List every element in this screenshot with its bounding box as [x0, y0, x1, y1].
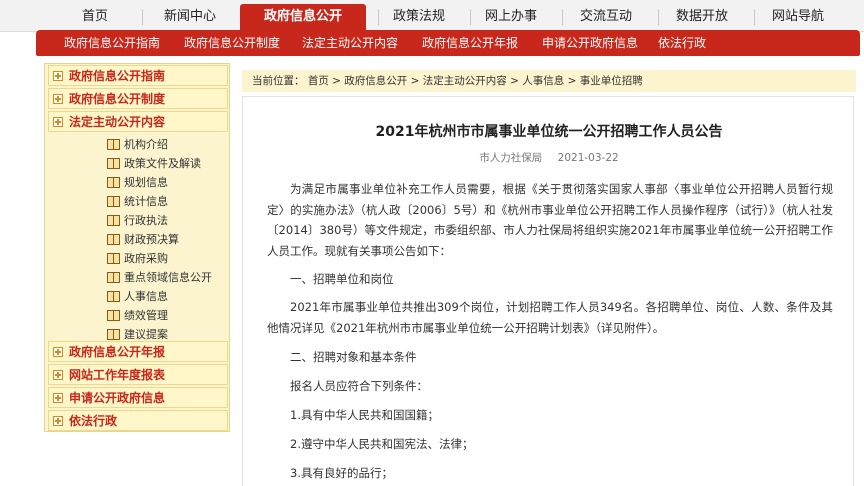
sidebar-subitem-label: 机构介绍 [124, 138, 168, 151]
sub-nav-system[interactable]: 政府信息公开制度 [184, 30, 280, 56]
main-content: 当前位置： 首页 > 政府信息公开 > 法定主动公开内容 > 人事信息 > 事业… [238, 63, 860, 486]
sidebar-subitem-performance[interactable]: 绩效管理 [107, 306, 227, 325]
expand-plus-icon [53, 117, 63, 127]
top-nav-policy[interactable]: 政策法规 [380, 4, 458, 30]
article-panel: 2021年杭州市市属事业单位统一公开招聘工作人员公告 市人力社保局 2021-0… [242, 96, 854, 486]
top-nav-gov-info[interactable]: 政府信息公开 [240, 4, 366, 32]
sidebar-subitem-label: 政府采购 [124, 252, 168, 265]
book-icon [107, 215, 120, 226]
book-icon [107, 291, 120, 302]
sidebar-item-guide[interactable]: 政府信息公开指南 [48, 65, 228, 86]
expand-plus-icon [53, 416, 63, 426]
top-nav-divider [658, 9, 659, 25]
sidebar-item-label: 政府信息公开制度 [69, 92, 166, 106]
sub-nav-guide[interactable]: 政府信息公开指南 [64, 30, 160, 56]
article-section-heading: 一、招聘单位和岗位 [290, 272, 394, 286]
article-section-heading: 二、招聘对象和基本条件 [290, 350, 417, 364]
article-meta: 市人力社保局 2021-03-22 [243, 150, 855, 165]
article-list-item: 2.遵守中华人民共和国宪法、法律； [290, 437, 474, 451]
article-list-item: 1.具有中华人民共和国国籍； [290, 408, 439, 422]
sidebar-subitem-label: 行政执法 [124, 214, 168, 227]
sub-nav-statutory-content[interactable]: 法定主动公开内容 [302, 30, 398, 56]
sidebar-item-label: 政府信息公开年报 [69, 345, 166, 359]
sidebar-subitem-statistics[interactable]: 统计信息 [107, 192, 227, 211]
book-icon [107, 253, 120, 264]
book-icon [107, 234, 120, 245]
book-icon [107, 310, 120, 321]
top-nav-divider [378, 9, 379, 25]
sidebar-item-site-report[interactable]: 网站工作年度报表 [48, 364, 228, 385]
sidebar-item-label: 网站工作年度报表 [69, 368, 166, 382]
sidebar-item-label: 法定主动公开内容 [69, 115, 166, 129]
breadcrumb[interactable]: 当前位置： 首页 > 政府信息公开 > 法定主动公开内容 > 人事信息 > 事业… [242, 70, 856, 92]
sidebar-subitem-label: 政策文件及解读 [124, 157, 201, 170]
sidebar-subitem-policy-docs[interactable]: 政策文件及解读 [107, 154, 227, 173]
top-nav-site-nav[interactable]: 网站导航 [758, 4, 838, 30]
sidebar-subitem-label: 统计信息 [124, 195, 168, 208]
top-nav-interaction[interactable]: 交流互动 [566, 4, 646, 30]
article-source: 市人力社保局 [479, 152, 543, 164]
sidebar-subitem-procurement[interactable]: 政府采购 [107, 249, 227, 268]
expand-plus-icon [53, 347, 63, 357]
article-paragraph: 为满足市属事业单位补充工作人员需要，根据《关于贯彻落实国家人事部〈事业单位公开招… [267, 182, 833, 258]
book-icon [107, 139, 120, 150]
sidebar-item-label: 依法行政 [69, 414, 118, 428]
expand-plus-icon [53, 393, 63, 403]
sidebar-subitem-planning[interactable]: 规划信息 [107, 173, 227, 192]
book-icon [107, 177, 120, 188]
sub-nav-law-admin[interactable]: 依法行政 [658, 30, 706, 56]
expand-plus-icon [53, 370, 63, 380]
top-nav: 首页 新闻中心 政府信息公开 政策法规 网上办事 交流互动 数据开放 网站导航 [0, 0, 864, 32]
top-nav-news[interactable]: 新闻中心 [152, 4, 228, 30]
top-nav-divider [754, 9, 755, 25]
sub-nav: 政府信息公开指南 政府信息公开制度 法定主动公开内容 政府信息公开年报 申请公开… [36, 30, 860, 56]
sidebar-item-label: 申请公开政府信息 [69, 391, 166, 405]
sidebar-subitem-law-enforcement[interactable]: 行政执法 [107, 211, 227, 230]
sub-nav-apply-disclosure[interactable]: 申请公开政府信息 [542, 30, 638, 56]
expand-plus-icon [53, 94, 63, 104]
sidebar-subitem-label: 绩效管理 [124, 309, 168, 322]
sidebar-subitem-label: 财政预决算 [124, 233, 179, 246]
sidebar-item-annual-report[interactable]: 政府信息公开年报 [48, 341, 228, 362]
sidebar-subitem-org-intro[interactable]: 机构介绍 [107, 135, 227, 154]
sidebar-subitem-budget[interactable]: 财政预决算 [107, 230, 227, 249]
sidebar-item-law-admin[interactable]: 依法行政 [48, 410, 228, 431]
expand-plus-icon [53, 71, 63, 81]
sidebar-subitem-label: 重点领域信息公开 [124, 271, 212, 284]
book-icon [107, 196, 120, 207]
sidebar-item-apply-disclosure[interactable]: 申请公开政府信息 [48, 387, 228, 408]
sidebar-subitem-personnel[interactable]: 人事信息 [107, 287, 227, 306]
top-nav-divider [562, 9, 563, 25]
article-list-item: 3.具有良好的品行； [290, 466, 393, 480]
sub-nav-annual-report[interactable]: 政府信息公开年报 [422, 30, 518, 56]
book-icon [107, 158, 120, 169]
sidebar-subitem-key-areas[interactable]: 重点领域信息公开 [107, 268, 227, 287]
book-icon [107, 329, 120, 340]
top-nav-home[interactable]: 首页 [60, 4, 130, 30]
sidebar-subitem-label: 规划信息 [124, 176, 168, 189]
article-paragraph: 2021年市属事业单位共推出309个岗位，计划招聘工作人员349名。各招聘单位、… [267, 300, 833, 335]
article-title: 2021年杭州市市属事业单位统一公开招聘工作人员公告 [375, 124, 723, 140]
top-nav-open-data[interactable]: 数据开放 [662, 4, 742, 30]
sidebar-item-label: 政府信息公开指南 [69, 69, 166, 83]
book-icon [107, 272, 120, 283]
article-date: 2021-03-22 [557, 152, 619, 164]
top-nav-divider [470, 9, 471, 25]
top-nav-online-service[interactable]: 网上办事 [472, 4, 550, 30]
sidebar: 政府信息公开指南 政府信息公开制度 法定主动公开内容 机构介绍 政策文件及解读 … [44, 63, 230, 432]
sidebar-subitem-label: 人事信息 [124, 290, 168, 303]
sidebar-item-system[interactable]: 政府信息公开制度 [48, 88, 228, 109]
top-nav-divider [142, 9, 143, 25]
article-paragraph: 报名人员应符合下列条件： [290, 379, 428, 393]
sidebar-item-statutory-content[interactable]: 法定主动公开内容 [48, 111, 228, 132]
